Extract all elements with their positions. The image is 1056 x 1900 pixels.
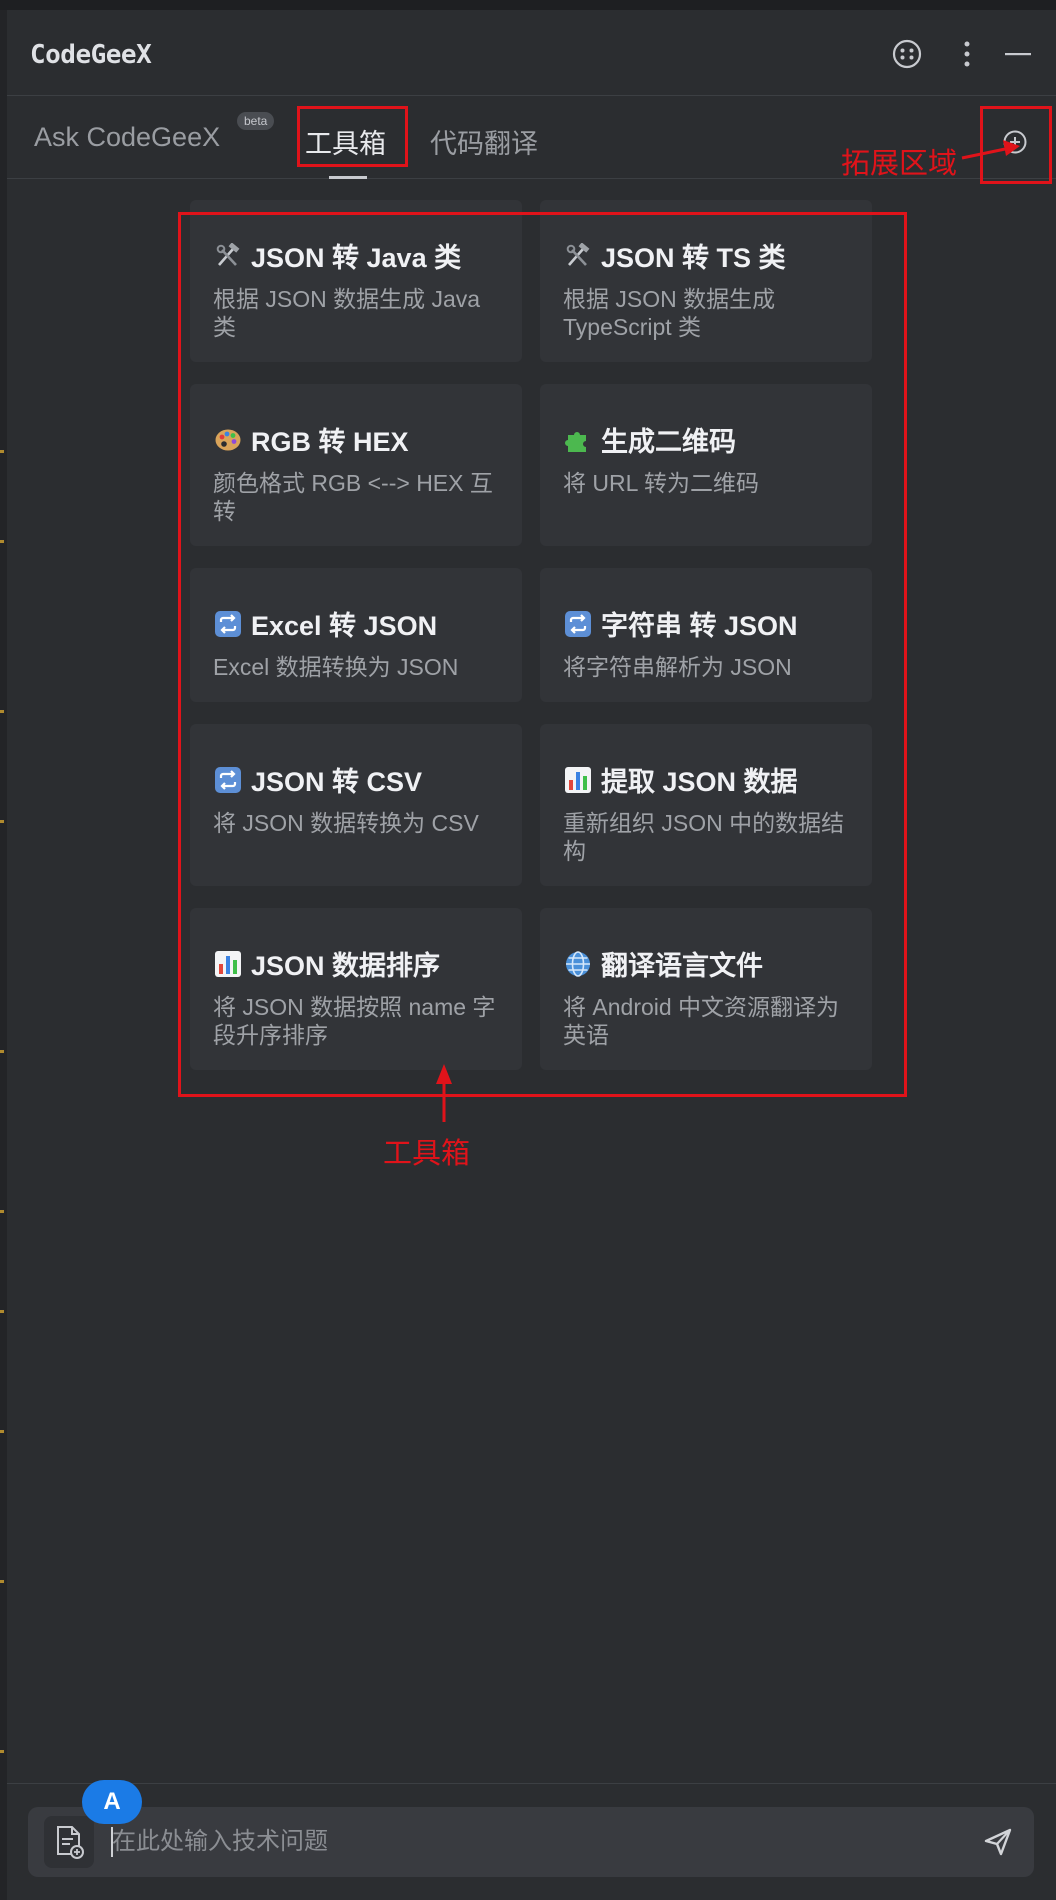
- avatar[interactable]: A: [82, 1780, 142, 1824]
- send-button[interactable]: [978, 1822, 1018, 1862]
- chat-composer: [28, 1807, 1034, 1877]
- active-tab-indicator: [329, 176, 367, 179]
- tab-ask-codegeex[interactable]: Ask CodeGeeX: [34, 122, 220, 153]
- composer-divider: [7, 1783, 1056, 1784]
- text-caret: [111, 1827, 113, 1857]
- tab-ask-label: Ask CodeGeeX: [34, 122, 221, 152]
- more-vertical-icon[interactable]: [949, 36, 985, 72]
- annotation-box-toolbox-tab: [297, 106, 408, 167]
- minimize-icon[interactable]: [1000, 36, 1036, 72]
- send-icon: [984, 1828, 1012, 1856]
- copilot-icon[interactable]: [889, 36, 925, 72]
- annotation-label-toolbox: 工具箱: [383, 1138, 471, 1170]
- annotation-box-extension-area: [980, 106, 1052, 184]
- attach-file-button[interactable]: [44, 1816, 94, 1868]
- panel-header: CodeGeeX: [7, 10, 1056, 96]
- annotation-box-toolbox-grid: [178, 212, 907, 1097]
- chat-input[interactable]: [112, 1817, 972, 1867]
- tab-translate-label: 代码翻译: [430, 129, 538, 159]
- app-title: CodeGeeX: [30, 40, 152, 70]
- tab-code-translate[interactable]: 代码翻译: [430, 122, 538, 161]
- annotation-label-extension-area: 拓展区域: [841, 148, 958, 180]
- beta-badge: beta: [237, 112, 275, 130]
- window-top-strip: [0, 0, 1056, 10]
- editor-gutter: [0, 10, 7, 1900]
- document-add-icon: [57, 1826, 84, 1859]
